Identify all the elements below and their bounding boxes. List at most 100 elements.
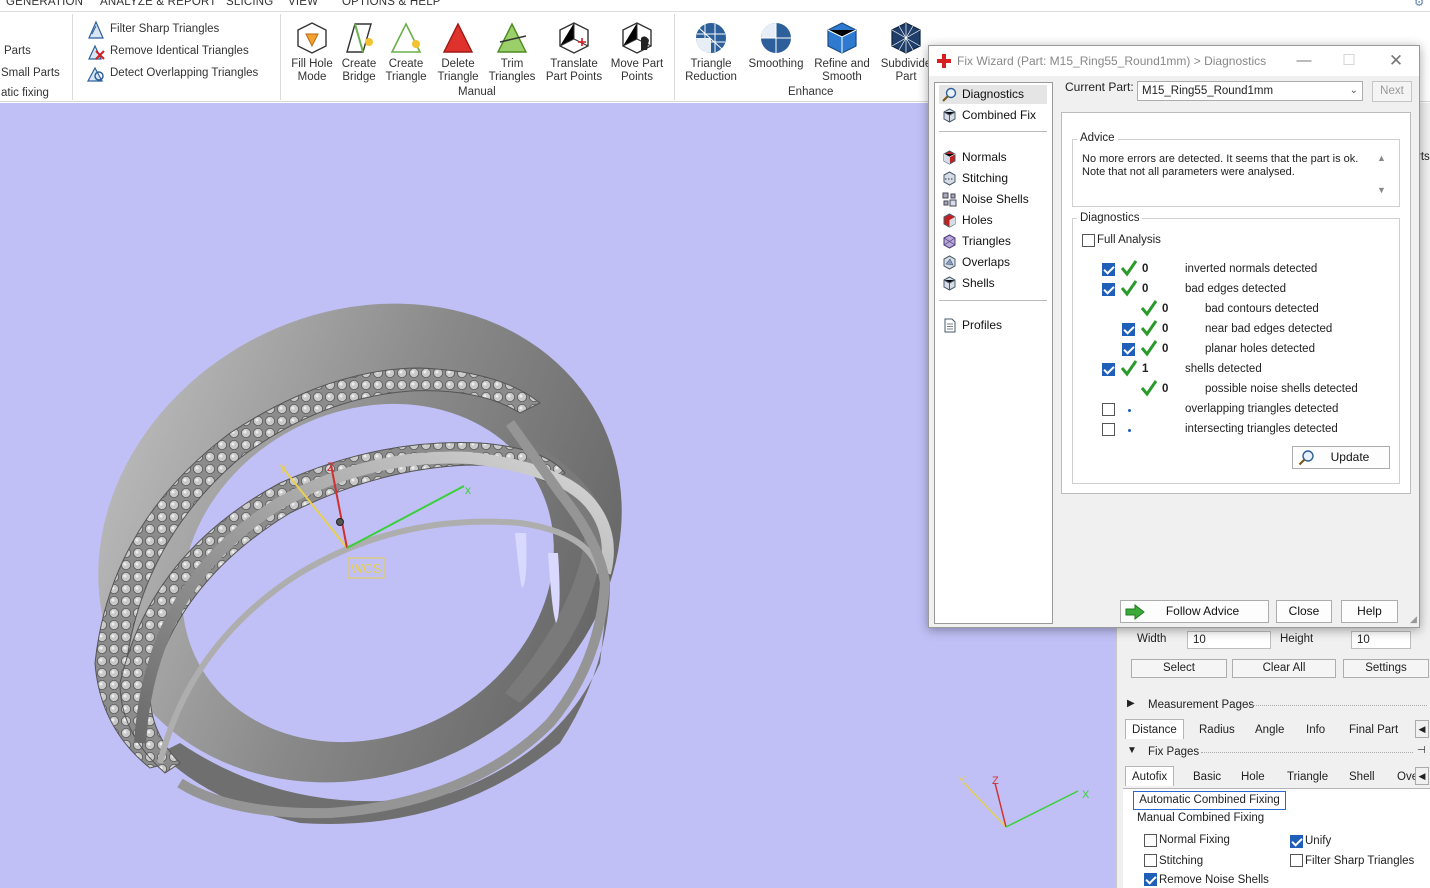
help-button[interactable]: Help [1341, 600, 1398, 623]
delete-triangle-label-1: Delete [441, 58, 475, 70]
nav-diagnostics[interactable]: Diagnostics [939, 85, 1047, 104]
update-button[interactable]: Update [1292, 446, 1390, 469]
magnifier-icon [1298, 450, 1314, 466]
select-button[interactable]: Select [1131, 659, 1227, 678]
nav-overlaps[interactable]: Overlaps [939, 253, 1047, 272]
bad-edges-checkbox[interactable] [1102, 283, 1115, 296]
tab-angle[interactable]: Angle [1255, 720, 1284, 740]
tab-shell[interactable]: Shell [1349, 767, 1375, 787]
triangle-reduction-button[interactable]: Triangle Reduction [682, 20, 740, 84]
tab-radius[interactable]: Radius [1199, 720, 1235, 740]
divider [1247, 705, 1427, 708]
settings-button[interactable]: Settings [1343, 659, 1429, 678]
unify-checkbox[interactable] [1290, 835, 1303, 848]
nav-holes[interactable]: Holes [939, 211, 1047, 230]
shells-checkbox[interactable] [1102, 363, 1115, 376]
tab-hole[interactable]: Hole [1241, 767, 1265, 787]
filter-sharp-triangles-button[interactable]: Filter Sharp Triangles [86, 20, 276, 40]
detect-overlapping-triangles-icon [86, 66, 104, 82]
full-analysis-label: Full Analysis [1097, 234, 1161, 246]
delete-triangle-button[interactable]: Delete Triangle [432, 20, 484, 84]
bad-edges-count: 0 [1142, 283, 1149, 295]
menu-options-help[interactable]: OPTIONS & HELP [342, 0, 441, 8]
nav-normals[interactable]: Normals [939, 148, 1047, 167]
ribbon-small-parts[interactable]: Small Parts [1, 67, 60, 79]
dialog-titlebar[interactable]: Fix Wizard (Part: M15_Ring55_Round1mm) >… [929, 46, 1419, 76]
create-bridge-label-2: Bridge [342, 71, 376, 83]
fix-pages-label[interactable]: Fix Pages [1148, 746, 1199, 758]
resize-grip-icon[interactable]: ◢ [1410, 614, 1417, 625]
filter-sharp-triangles-checkbox[interactable] [1290, 854, 1303, 867]
detect-overlapping-triangles-button[interactable]: Detect Overlapping Triangles [86, 64, 276, 84]
scroll-down-icon[interactable]: ▼ [1377, 185, 1386, 195]
nav-shells[interactable]: Shells [939, 274, 1047, 293]
status-dot-icon [1128, 409, 1131, 412]
planar-holes-checkbox[interactable] [1122, 343, 1135, 356]
nav-combined-fix[interactable]: Combined Fix [939, 106, 1047, 125]
remove-identical-triangles-button[interactable]: Remove Identical Triangles [86, 42, 276, 62]
manual-combined-fixing-label: Manual Combined Fixing [1137, 812, 1265, 824]
normal-fixing-checkbox[interactable] [1144, 834, 1157, 847]
close-icon[interactable]: ✕ [1381, 50, 1411, 72]
width-input[interactable]: 10 [1187, 631, 1271, 649]
bad-edges-label: bad edges detected [1185, 283, 1287, 295]
move-part-points-label-1: Move Part [610, 58, 664, 70]
fill-hole-mode-button[interactable]: Fill Hole Mode [288, 20, 336, 84]
gear-icon[interactable]: ⚙ [1414, 0, 1425, 9]
fix-tab-scroll-left-icon[interactable]: ◀ [1415, 767, 1429, 785]
nav-noise-shells[interactable]: Noise Shells [939, 190, 1047, 209]
menu-slicing[interactable]: SLICING [226, 0, 273, 8]
next-button[interactable]: Next [1372, 81, 1412, 102]
translate-part-points-label-1: Translate [550, 58, 598, 70]
tab-final-part[interactable]: Final Part [1349, 720, 1398, 740]
tab-scroll-left-icon[interactable]: ◀ [1415, 720, 1429, 738]
refine-and-smooth-button[interactable]: Refine and Smooth [812, 20, 872, 84]
magnifier-icon [942, 87, 957, 102]
expand-arrow-icon[interactable]: ▶ [1127, 698, 1135, 709]
full-analysis-checkbox[interactable] [1082, 234, 1095, 247]
nav-stitching[interactable]: Stitching [939, 169, 1047, 188]
height-input[interactable]: 10 [1351, 631, 1411, 649]
automatic-combined-fixing-button[interactable]: Automatic Combined Fixing [1133, 791, 1286, 810]
scroll-up-icon[interactable]: ▲ [1377, 153, 1386, 163]
collapse-arrow-icon[interactable]: ▼ [1127, 745, 1137, 756]
intersecting-triangles-checkbox[interactable] [1102, 423, 1115, 436]
tab-info[interactable]: Info [1306, 720, 1325, 740]
create-bridge-icon [346, 23, 373, 53]
planar-holes-count: 0 [1162, 343, 1169, 355]
tab-autofix[interactable]: Autofix [1125, 766, 1175, 786]
move-part-points-button[interactable]: Move Part Points [608, 20, 666, 84]
create-bridge-button[interactable]: Create Bridge [336, 20, 382, 84]
menu-analyze-report[interactable]: ANALYZE & REPORT [100, 0, 217, 8]
axis-y-label: Y [279, 462, 287, 476]
menu-view[interactable]: VIEW [288, 0, 318, 8]
noise-shells-icon [942, 192, 957, 207]
overlapping-triangles-checkbox[interactable] [1102, 403, 1115, 416]
ribbon-automatic-fixing[interactable]: atic fixing [1, 87, 49, 99]
follow-advice-button[interactable]: Follow Advice [1120, 600, 1269, 623]
ribbon-parts[interactable]: Parts [4, 45, 31, 57]
measurement-pages-label[interactable]: Measurement Pages [1148, 699, 1254, 711]
inverted-normals-checkbox[interactable] [1102, 263, 1115, 276]
tab-basic[interactable]: Basic [1193, 767, 1221, 787]
nav-triangles[interactable]: Triangles [939, 232, 1047, 251]
subdivide-part-button[interactable]: Subdivide Part [876, 20, 936, 84]
remove-noise-shells-checkbox[interactable] [1144, 873, 1157, 886]
nav-profiles[interactable]: Profiles [939, 316, 1047, 335]
minimize-icon[interactable]: — [1289, 50, 1319, 72]
pin-icon[interactable]: ⊣ [1417, 745, 1426, 756]
near-bad-edges-checkbox[interactable] [1122, 323, 1135, 336]
smoothing-button[interactable]: Smoothing [744, 20, 808, 71]
create-triangle-button[interactable]: Create Triangle [382, 20, 430, 84]
close-button[interactable]: Close [1276, 600, 1332, 623]
tab-triangle[interactable]: Triangle [1287, 767, 1328, 787]
translate-part-points-button[interactable]: Translate Part Points [542, 20, 606, 84]
menu-generation[interactable]: GENERATION [6, 0, 83, 8]
current-part-select[interactable]: M15_Ring55_Round1mm ⌄ [1137, 81, 1363, 101]
remove-noise-shells-label: Remove Noise Shells [1159, 874, 1269, 886]
clear-all-button[interactable]: Clear All [1232, 659, 1336, 678]
trim-triangles-button[interactable]: Trim Triangles [484, 20, 540, 84]
stitching-checkbox[interactable] [1144, 854, 1157, 867]
tab-distance[interactable]: Distance [1125, 719, 1184, 739]
maximize-icon[interactable]: ☐ [1334, 50, 1364, 72]
